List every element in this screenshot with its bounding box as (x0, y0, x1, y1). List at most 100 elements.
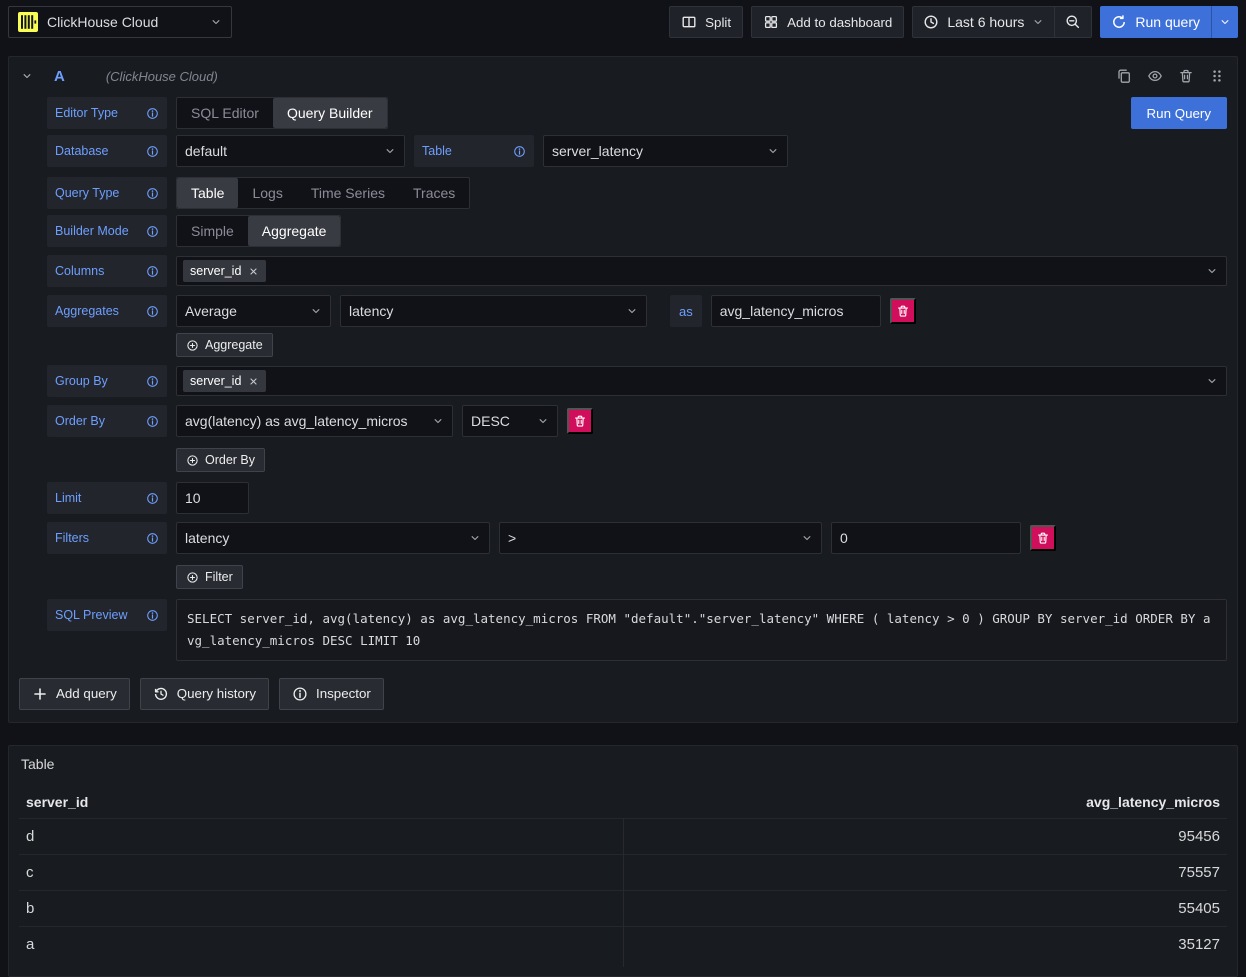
plus-circle-icon (186, 454, 199, 467)
add-to-dashboard-button[interactable]: Add to dashboard (751, 6, 904, 38)
chevron-down-icon (384, 145, 396, 157)
inspector-button[interactable]: Inspector (279, 678, 384, 710)
plus-circle-icon (186, 339, 199, 352)
split-button[interactable]: Split (669, 6, 743, 38)
info-icon[interactable] (146, 609, 159, 622)
remove-aggregate-button[interactable] (890, 298, 916, 324)
remove-order-by-button[interactable] (567, 408, 593, 434)
run-query-button[interactable]: Run query (1100, 6, 1211, 38)
add-aggregate-button[interactable]: Aggregate (176, 333, 273, 357)
limit-input[interactable]: 10 (176, 482, 249, 514)
order-by-label: Order By (47, 405, 167, 437)
query-history-button[interactable]: Query history (140, 678, 269, 710)
tag-server-id[interactable]: server_id (183, 370, 266, 392)
aggregate-column-select[interactable]: latency (340, 295, 647, 327)
aggregate-alias-input[interactable]: avg_latency_micros (711, 295, 881, 327)
drag-handle-icon[interactable] (1209, 68, 1225, 84)
chevron-down-icon (626, 305, 638, 317)
chevron-down-icon (1206, 375, 1218, 387)
group-by-multiselect[interactable]: server_id (176, 366, 1227, 396)
order-by-row: Order By avg(latency) as avg_latency_mic… (47, 405, 1227, 437)
sql-preview-row: SQL Preview SELECT server_id, avg(latenc… (47, 599, 1227, 661)
chevron-down-icon (801, 532, 813, 544)
cell-server-id: a (26, 936, 34, 953)
column-header-avg-latency-micros[interactable]: avg_latency_micros (1086, 794, 1220, 810)
option-simple[interactable]: Simple (177, 216, 248, 246)
collapse-chevron-icon[interactable] (21, 70, 33, 82)
table-panel: Table server_id avg_latency_micros d 954… (8, 745, 1238, 977)
editor-type-row: Editor Type SQL Editor Query Builder Run… (47, 97, 1227, 129)
explore-toolbar: ClickHouse Cloud Split Add to dashboard … (0, 0, 1246, 44)
option-logs[interactable]: Logs (238, 178, 296, 208)
tag-remove-icon[interactable] (248, 376, 259, 387)
filters-row: Filters latency > 0 (47, 522, 1227, 554)
trash-icon (1036, 531, 1050, 545)
order-direction-select[interactable]: DESC (462, 405, 558, 437)
query-actions (1116, 68, 1225, 84)
order-by-select[interactable]: avg(latency) as avg_latency_micros (176, 405, 453, 437)
aggregate-function-select[interactable]: Average (176, 295, 331, 327)
group-by-row: Group By server_id (47, 365, 1227, 397)
add-order-by-button[interactable]: Order By (176, 448, 265, 472)
builder-mode-toggle: Simple Aggregate (176, 215, 341, 247)
info-icon[interactable] (146, 187, 159, 200)
option-sql-editor[interactable]: SQL Editor (177, 98, 273, 128)
info-icon[interactable] (146, 107, 159, 120)
trash-icon (573, 414, 587, 428)
editor-type-toggle: SQL Editor Query Builder (176, 97, 388, 129)
cell-avg-latency-micros: 95456 (1178, 828, 1220, 845)
query-type-row: Query Type Table Logs Time Series Traces (47, 177, 1227, 209)
run-query-label: Run query (1135, 14, 1200, 30)
chevron-down-icon (432, 415, 444, 427)
database-select[interactable]: default (176, 135, 405, 167)
info-icon[interactable] (513, 145, 526, 158)
datasource-name: ClickHouse Cloud (47, 14, 201, 30)
cell-server-id: d (26, 828, 34, 845)
filter-value-input[interactable]: 0 (831, 522, 1021, 554)
add-query-button[interactable]: Add query (19, 678, 130, 710)
eye-icon[interactable] (1147, 68, 1163, 84)
tag-remove-icon[interactable] (248, 266, 259, 277)
option-time-series[interactable]: Time Series (297, 178, 399, 208)
trash-icon[interactable] (1178, 68, 1194, 84)
filter-column-select[interactable]: latency (176, 522, 490, 554)
chevron-down-icon (1032, 16, 1044, 28)
time-range-label: Last 6 hours (947, 14, 1024, 30)
query-editor-panel: A (ClickHouse Cloud) Editor Type SQL Edi… (8, 56, 1238, 723)
duplicate-query-icon[interactable] (1116, 68, 1132, 84)
info-icon[interactable] (146, 375, 159, 388)
chevron-down-icon (310, 305, 322, 317)
datasource-picker[interactable]: ClickHouse Cloud (8, 6, 232, 38)
info-icon[interactable] (146, 305, 159, 318)
option-table[interactable]: Table (177, 178, 238, 208)
filter-operator-select[interactable]: > (499, 522, 822, 554)
add-filter-row: Filter (47, 565, 1227, 589)
info-icon[interactable] (146, 145, 159, 158)
column-header-server-id[interactable]: server_id (26, 794, 88, 810)
info-icon[interactable] (146, 532, 159, 545)
time-range-picker[interactable]: Last 6 hours (913, 7, 1054, 37)
info-icon[interactable] (146, 225, 159, 238)
tag-server-id[interactable]: server_id (183, 260, 266, 282)
clock-icon (923, 14, 939, 30)
run-query-button-editor[interactable]: Run Query (1131, 97, 1227, 129)
limit-row: Limit 10 (47, 482, 1227, 514)
chevron-down-icon (469, 532, 481, 544)
plus-icon (32, 686, 48, 702)
remove-filter-button[interactable] (1030, 525, 1056, 551)
query-datasource-hint: (ClickHouse Cloud) (106, 69, 218, 84)
info-icon[interactable] (146, 265, 159, 278)
database-label: Database (47, 135, 167, 167)
time-picker-group: Last 6 hours (912, 6, 1092, 38)
info-icon[interactable] (146, 415, 159, 428)
table-select[interactable]: server_latency (543, 135, 788, 167)
run-query-dropdown[interactable] (1211, 6, 1238, 38)
history-icon (153, 686, 169, 702)
option-traces[interactable]: Traces (399, 178, 469, 208)
add-filter-button[interactable]: Filter (176, 565, 243, 589)
option-query-builder[interactable]: Query Builder (273, 98, 387, 128)
time-zoom-out-button[interactable] (1054, 7, 1091, 37)
columns-multiselect[interactable]: server_id (176, 256, 1227, 286)
info-icon[interactable] (146, 492, 159, 505)
option-aggregate[interactable]: Aggregate (248, 216, 341, 246)
